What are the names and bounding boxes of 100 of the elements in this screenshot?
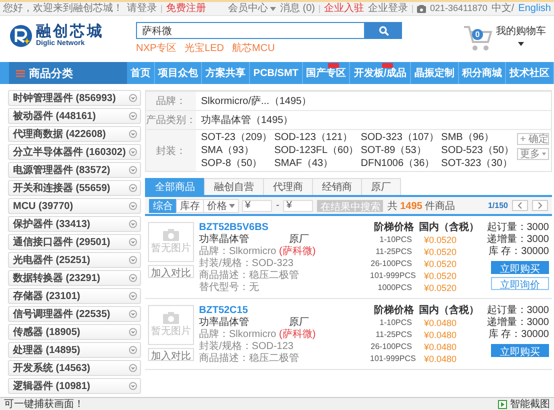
category-item[interactable]: 分立半导体器件 (160302) <box>8 144 141 160</box>
chevron-down-icon <box>129 274 137 282</box>
package-text: 封装/规格：SOD-323 <box>199 258 294 269</box>
result-count: 共 1495 件商品 <box>387 200 456 212</box>
add-to-compare-button[interactable]: 加入对比 <box>148 265 194 278</box>
register-link[interactable]: 免费注册 <box>166 2 206 15</box>
sort-button[interactable]: 库存 <box>176 198 204 212</box>
sort-button[interactable]: 价格 <box>203 198 239 212</box>
chevron-down-icon <box>129 256 137 264</box>
price-table-header: 国内（含税） <box>418 222 480 234</box>
part-number-link[interactable]: BZT52B5V6BS <box>199 222 268 233</box>
menu-icon <box>16 70 25 76</box>
category-menu-button[interactable]: 商品分类 <box>9 62 127 84</box>
quantity-cell-text: 101-999PCS <box>370 353 417 365</box>
filter-option[interactable]: SMB（96） <box>441 132 514 143</box>
quantity-cell-text: 26-100PCS <box>370 258 413 270</box>
filter-label: 封装： <box>146 130 196 171</box>
enterprise-join-link[interactable]: 企业入驻 <box>324 2 364 15</box>
tab[interactable]: 融创自营 <box>204 178 264 195</box>
filter-option[interactable]: SMA（93） <box>201 145 272 156</box>
messages-link[interactable]: 消息 (0) <box>280 2 316 15</box>
filter-option[interactable]: SOT-23（209） <box>201 132 272 143</box>
vendor-type: 原厂 <box>289 317 309 328</box>
filter-option[interactable]: SOD-523（50） <box>441 145 514 156</box>
filter-option[interactable]: SOT-89（53） <box>360 145 440 156</box>
category-item[interactable]: 存储器 (23101) <box>8 288 141 304</box>
brand-text: 品牌：Slkormicro (萨科微) <box>199 329 316 340</box>
category-item[interactable]: 通信接口器件 (29501) <box>8 234 141 250</box>
previous-page-button[interactable] <box>512 200 528 211</box>
search-field[interactable]: 萨科微 <box>136 22 365 39</box>
stock-info: 库 存：30000 <box>488 246 549 258</box>
quantity-cell-text: 26-100PCS <box>370 341 413 353</box>
caret-icon <box>229 204 235 208</box>
price-cell-text: ¥0.0480 <box>423 317 458 329</box>
filter-option[interactable]: SOD-123FL（60） <box>274 145 359 156</box>
category-item[interactable]: MCU (39770) <box>8 198 141 214</box>
chevron-down-icon <box>129 238 137 246</box>
member-center-link[interactable]: 会员中心 <box>228 2 276 15</box>
chinese-language-link[interactable]: 中文/ <box>491 2 514 15</box>
logo-name: 融创芯城 <box>36 24 104 40</box>
play-icon[interactable] <box>498 400 507 408</box>
category-item[interactable]: 处理器 (14895) <box>8 342 141 358</box>
chevron-down-icon <box>129 166 137 174</box>
status-text: 可一键捕获画面！ <box>4 398 84 410</box>
filter-option[interactable]: SMAF（43） <box>274 158 359 169</box>
caret-icon <box>270 6 276 10</box>
filter-option[interactable]: SOD-323（107） <box>360 132 440 143</box>
tab[interactable]: 代理商 <box>263 178 313 195</box>
category-item[interactable]: 被动器件 (448161) <box>8 108 141 124</box>
add-to-compare-button[interactable]: 加入对比 <box>148 348 194 361</box>
filter-option[interactable]: SOT-323（30） <box>441 158 514 169</box>
category-item[interactable]: 开关和连接器 (55659) <box>8 180 141 196</box>
phone-number: 021-36411870 <box>430 2 488 15</box>
confirm-button[interactable]: + 确定 <box>517 133 549 145</box>
price-table-header: 阶梯价格 <box>373 305 415 317</box>
chevron-down-icon <box>129 382 137 390</box>
stock-info: 起订量：3000 <box>486 305 549 316</box>
filter-label: 品牌： <box>146 92 196 110</box>
more-button[interactable]: 更多 <box>517 148 549 160</box>
max-price-field[interactable]: ¥ <box>283 200 314 212</box>
category-item[interactable]: 逻辑器件 (10981) <box>8 378 141 394</box>
tab[interactable]: 原厂 <box>361 178 401 195</box>
category-item[interactable]: 电源管理器件 (83572) <box>8 162 141 178</box>
category-item[interactable]: 信号调理器件 (22535) <box>8 306 141 322</box>
category-item[interactable]: 传感器 (18905) <box>8 324 141 340</box>
login-link[interactable]: 请登录 <box>127 2 157 15</box>
greeting-text: 您好，欢迎来到融创芯城！ <box>3 2 123 15</box>
filter-option[interactable]: SOD-123（121） <box>274 132 359 143</box>
category-item[interactable]: 开发系统 (14563) <box>8 360 141 376</box>
filter-option[interactable]: SOP-8（50） <box>201 158 272 169</box>
product-category: 功率晶体管 <box>199 234 249 246</box>
filter-option[interactable]: 功率晶体管（1495） <box>201 114 294 126</box>
price-table-header: 国内（含税） <box>418 305 480 317</box>
filter-option[interactable]: DFN1006（36） <box>360 158 440 169</box>
quantity-cell-text: 1-10PCS <box>378 317 413 329</box>
chevron-down-icon <box>129 184 137 192</box>
range-separator: - <box>276 200 280 211</box>
enterprise-login-link[interactable]: 企业登录 <box>368 2 408 15</box>
part-number-link[interactable]: BZT52C15 <box>199 305 248 316</box>
camera-icon <box>163 229 179 241</box>
search-button[interactable] <box>365 22 402 39</box>
chevron-down-icon <box>129 220 137 228</box>
cart-icon <box>463 24 493 52</box>
category-item[interactable]: 时钟管理器件 (856993) <box>8 90 141 106</box>
screenshot-link[interactable]: 智能截图 <box>510 397 550 410</box>
category-item[interactable]: 代理商数据 (422608) <box>8 126 141 142</box>
caret-icon <box>518 42 524 46</box>
price-cell-text: ¥0.0520 <box>423 282 458 294</box>
category-item[interactable]: 数据转换器 (23291) <box>8 270 141 286</box>
quantity-cell-text: 1-10PCS <box>378 234 413 246</box>
no-image-text: 暂无图片 <box>151 243 191 255</box>
cart-link[interactable]: 我的购物车 <box>496 24 546 38</box>
min-price-field[interactable]: ¥ <box>242 200 272 212</box>
category-item[interactable]: 保护器件 (33413) <box>8 216 141 232</box>
filter-option[interactable]: Slkormicro/萨...（1495） <box>201 96 312 106</box>
price-cell-text: ¥0.0520 <box>423 246 458 258</box>
tab[interactable]: 经销商 <box>312 178 362 195</box>
next-page-button[interactable] <box>532 200 548 211</box>
category-item[interactable]: 光电器件 (25251) <box>8 252 141 268</box>
no-image-text: 暂无图片 <box>151 326 191 338</box>
